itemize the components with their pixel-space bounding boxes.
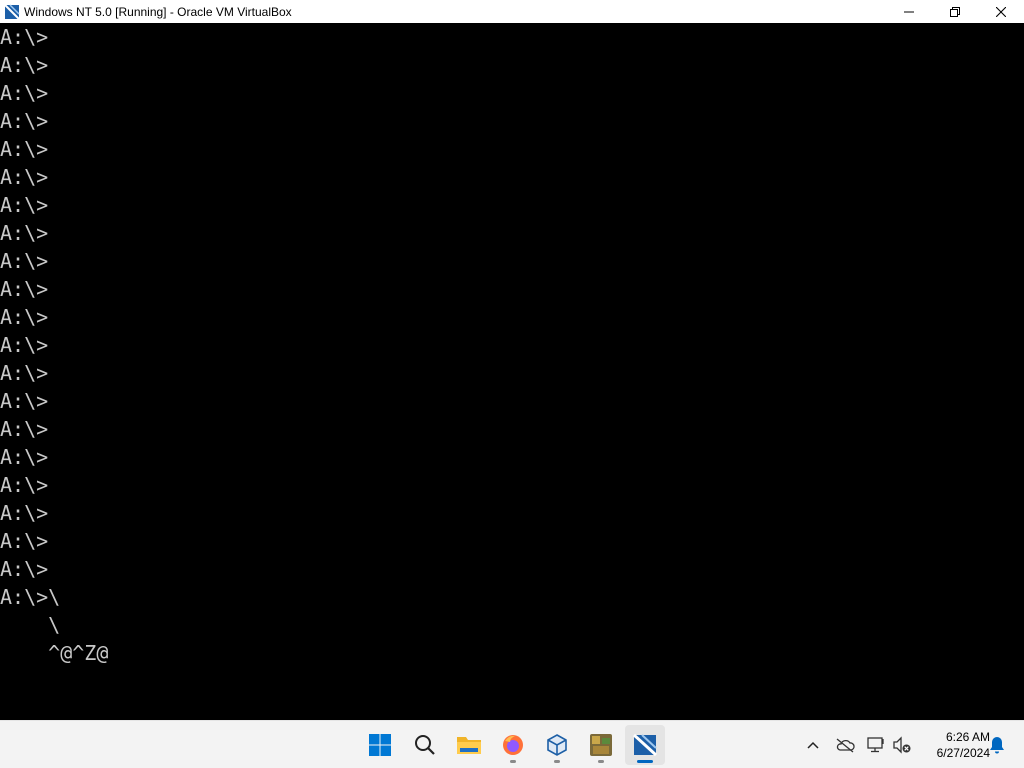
console-line: A:\> xyxy=(0,361,49,385)
firefox-icon xyxy=(503,735,523,755)
file-explorer-button[interactable] xyxy=(449,725,489,765)
virtualbox-icon xyxy=(4,3,20,20)
show-hidden-icons-button[interactable] xyxy=(801,733,825,757)
firefox-button[interactable] xyxy=(493,725,533,765)
start-icon xyxy=(369,734,391,756)
search-icon xyxy=(415,735,435,755)
notifications-button[interactable] xyxy=(985,733,1009,757)
virtualbox-manager-icon xyxy=(547,734,567,756)
console-line: A:\> xyxy=(0,249,49,273)
minimize-icon xyxy=(904,11,914,12)
console-line: A:\> xyxy=(0,389,49,413)
console-line: A:\> xyxy=(0,221,49,245)
virtualbox-vm-icon xyxy=(633,733,657,757)
clock-date: 6/27/2024 xyxy=(936,746,990,760)
taskbar: 6:26 AM 6/27/2024 xyxy=(0,720,1024,768)
console-line: A:\> xyxy=(0,81,49,105)
console-line: A:\> xyxy=(0,109,49,133)
console-line: A:\> xyxy=(0,501,49,525)
running-indicator xyxy=(510,760,516,763)
console-line: A:\> xyxy=(0,165,49,189)
console-line: ^@^Z@ xyxy=(0,641,109,665)
console-line: A:\> xyxy=(0,193,49,217)
window-titlebar[interactable]: Windows NT 5.0 [Running] - Oracle VM Vir… xyxy=(0,0,1024,23)
volume-muted-icon xyxy=(893,736,911,754)
restore-icon xyxy=(950,6,960,17)
file-explorer-icon xyxy=(457,737,481,754)
console-line: A:\> xyxy=(0,557,49,581)
notification-bell-icon xyxy=(990,737,1004,754)
network-icon xyxy=(867,737,884,753)
console-line: A:\>\ xyxy=(0,585,61,609)
volume-button[interactable] xyxy=(890,733,914,757)
close-button[interactable] xyxy=(978,0,1024,23)
virtualbox-vm-button[interactable] xyxy=(625,725,665,765)
console-line: A:\> xyxy=(0,473,49,497)
search-button[interactable] xyxy=(405,725,445,765)
onedrive-button[interactable] xyxy=(833,733,857,757)
console-line: A:\> xyxy=(0,305,49,329)
virtualbox-manager-button[interactable] xyxy=(537,725,577,765)
chevron-up-icon xyxy=(807,741,819,749)
network-button[interactable] xyxy=(864,733,888,757)
active-indicator xyxy=(637,760,653,763)
minimize-button[interactable] xyxy=(886,0,932,23)
console-line: A:\> xyxy=(0,25,49,49)
running-indicator xyxy=(598,760,604,763)
console-line: A:\> xyxy=(0,417,49,441)
clock[interactable]: 6:26 AM 6/27/2024 xyxy=(918,729,990,761)
window-controls xyxy=(886,0,1024,23)
window-title: Windows NT 5.0 [Running] - Oracle VM Vir… xyxy=(24,4,292,19)
onedrive-offline-icon xyxy=(836,738,855,753)
game-app-button[interactable] xyxy=(581,725,621,765)
game-app-icon xyxy=(590,734,612,756)
restore-button[interactable] xyxy=(932,0,978,23)
console-line: A:\> xyxy=(0,529,49,553)
close-icon xyxy=(996,6,1006,17)
console-line: \ xyxy=(0,613,61,637)
console-line: A:\> xyxy=(0,277,49,301)
console-line: A:\> xyxy=(0,53,49,77)
start-button[interactable] xyxy=(360,725,400,765)
console-line: A:\> xyxy=(0,445,49,469)
clock-time: 6:26 AM xyxy=(945,730,990,744)
console-line: A:\> xyxy=(0,137,49,161)
vm-console-screen[interactable]: A:\> A:\> A:\> A:\> A:\> A:\> A:\> A:\> A:\> A:\>… xyxy=(0,23,1024,720)
running-indicator xyxy=(554,760,560,763)
console-line: A:\> xyxy=(0,333,49,357)
